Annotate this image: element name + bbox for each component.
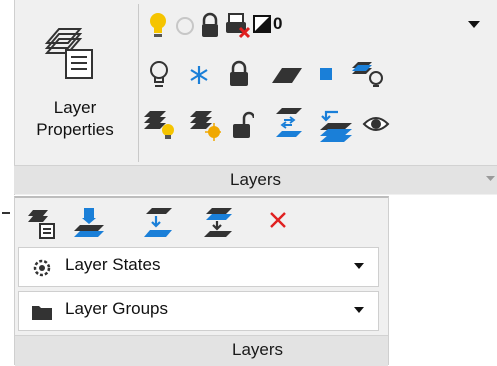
layer-walk-eye-icon[interactable] [362,114,390,134]
current-layer-name: 0 [273,14,283,33]
layer-plot-printer-icon [226,13,251,39]
layer-properties-label-2: Properties [36,120,114,139]
layer-unlock-icon[interactable] [232,110,254,140]
current-layer-combo[interactable]: 0 [143,6,493,48]
layer-previous-icon[interactable] [318,106,356,144]
layer-properties-button[interactable]: Layer Properties [18,20,132,152]
chevron-down-icon[interactable] [468,21,480,29]
layer-groups-dropdown[interactable]: Layer Groups [18,291,379,331]
delete-x-icon[interactable] [268,210,288,230]
layer-lock-icon-2[interactable] [228,60,250,88]
folder-icon [32,306,52,320]
layer-merge-icon[interactable] [26,208,56,240]
expanded-panel-title: Layers [232,340,284,359]
layer-unisolate-icon[interactable] [350,60,384,90]
layer-on-bulb-icon [150,13,166,37]
layer-properties-icon [44,28,93,79]
layer-translate-icon[interactable] [202,206,234,240]
layer-lock-icon [202,12,218,37]
layer-color-swatch-icon [253,15,271,33]
chevron-down-icon [354,307,364,313]
chevron-down-icon [354,263,364,269]
layer-thaw-sun-icon [176,17,194,35]
layer-properties-label-1: Layer [53,98,97,117]
left-gutter [0,206,14,365]
layer-states-label: Layer States [65,255,161,274]
panel-expand-arrow-icon[interactable] [486,176,495,182]
layer-thaw-all-icon[interactable] [188,108,222,142]
ribbon-separator [138,4,139,162]
layer-delete-icon[interactable] [72,206,106,240]
layer-groups-label: Layer Groups [65,299,168,318]
copy-objects-to-layer-icon[interactable] [142,206,174,240]
layer-current-square-icon[interactable] [318,66,334,82]
layer-on-all-icon[interactable] [142,108,176,142]
layer-change-to-current-icon[interactable] [272,106,306,142]
layers-panel-title: Layers [230,170,282,189]
expanded-panel-footer [15,335,388,366]
layer-off-icon[interactable] [148,60,170,90]
layer-states-gear-icon [33,259,51,277]
layer-freeze-snowflake-icon[interactable] [188,64,210,86]
gutter-mark [2,212,10,214]
layer-states-dropdown[interactable]: Layer States [18,247,379,287]
layer-match-icon[interactable] [270,66,304,84]
